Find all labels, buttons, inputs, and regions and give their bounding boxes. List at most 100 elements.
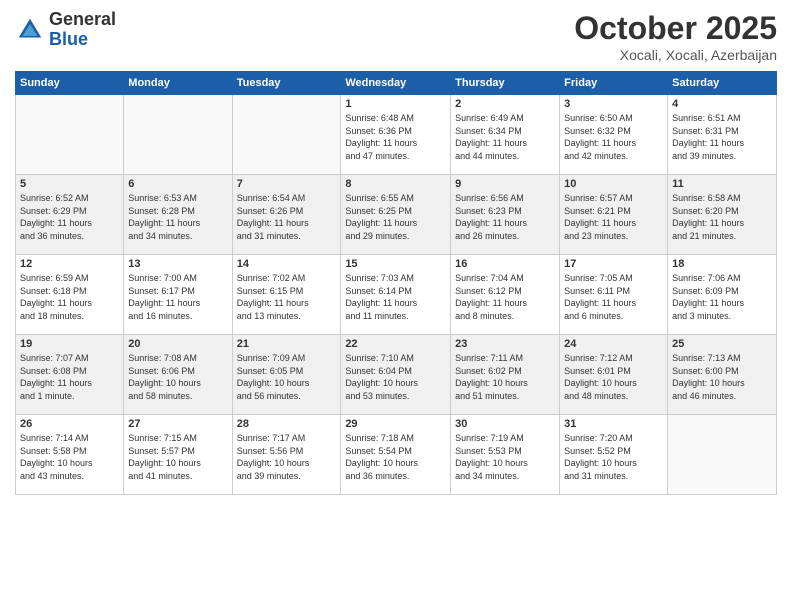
day-number: 29 (345, 418, 446, 430)
calendar-body: 1 Sunrise: 6:48 AMSunset: 6:36 PMDaylight… (16, 95, 777, 495)
day-number: 20 (128, 338, 227, 350)
cell-week1-day1 (124, 95, 232, 175)
day-info: Sunrise: 7:13 AMSunset: 6:00 PMDaylight:… (672, 352, 772, 402)
cell-week2-day3: 8 Sunrise: 6:55 AMSunset: 6:25 PMDaylight… (341, 175, 451, 255)
cell-week5-day3: 29 Sunrise: 7:18 AMSunset: 5:54 PMDayligh… (341, 415, 451, 495)
col-saturday: Saturday (668, 72, 777, 95)
day-number: 24 (564, 338, 663, 350)
cell-week2-day1: 6Sunrise: 6:53 AMSunset: 6:28 PMDaylight… (124, 175, 232, 255)
cell-week1-day2 (232, 95, 341, 175)
cell-week4-day2: 21Sunrise: 7:09 AMSunset: 6:05 PMDayligh… (232, 335, 341, 415)
calendar-title: October 2025 (574, 10, 777, 47)
day-info: Sunrise: 6:54 AMSunset: 6:26 PMDaylight:… (237, 192, 337, 242)
day-info: Sunrise: 7:20 AMSunset: 5:52 PMDaylight:… (564, 432, 663, 482)
cell-week1-day3: 1 Sunrise: 6:48 AMSunset: 6:36 PMDaylight… (341, 95, 451, 175)
cell-week2-day6: 11Sunrise: 6:58 AMSunset: 6:20 PMDayligh… (668, 175, 777, 255)
cell-week4-day4: 23Sunrise: 7:11 AMSunset: 6:02 PMDayligh… (451, 335, 560, 415)
day-info: Sunrise: 7:05 AMSunset: 6:11 PMDaylight:… (564, 272, 663, 322)
day-info: Sunrise: 7:08 AMSunset: 6:06 PMDaylight:… (128, 352, 227, 402)
calendar-table: Sunday Monday Tuesday Wednesday Thursday… (15, 71, 777, 495)
week-row-1: 1 Sunrise: 6:48 AMSunset: 6:36 PMDaylight… (16, 95, 777, 175)
day-number: 25 (672, 338, 772, 350)
cell-week3-day4: 16Sunrise: 7:04 AMSunset: 6:12 PMDayligh… (451, 255, 560, 335)
cell-week2-day2: 7 Sunrise: 6:54 AMSunset: 6:26 PMDaylight… (232, 175, 341, 255)
day-number: 31 (564, 418, 663, 430)
cell-week1-day6: 4Sunrise: 6:51 AMSunset: 6:31 PMDaylight… (668, 95, 777, 175)
day-info: Sunrise: 7:02 AMSunset: 6:15 PMDaylight:… (237, 272, 337, 322)
calendar-page: General Blue October 2025 Xocali, Xocali… (0, 0, 792, 612)
day-number: 15 (345, 258, 446, 270)
cell-week1-day5: 3Sunrise: 6:50 AMSunset: 6:32 PMDaylight… (560, 95, 668, 175)
calendar-subtitle: Xocali, Xocali, Azerbaijan (574, 47, 777, 63)
day-info: Sunrise: 6:59 AMSunset: 6:18 PMDaylight:… (20, 272, 119, 322)
cell-week3-day5: 17 Sunrise: 7:05 AMSunset: 6:11 PMDayligh… (560, 255, 668, 335)
day-number: 8 (345, 178, 446, 190)
day-info: Sunrise: 6:55 AMSunset: 6:25 PMDaylight:… (345, 192, 446, 242)
cell-week2-day4: 9Sunrise: 6:56 AMSunset: 6:23 PMDaylight… (451, 175, 560, 255)
day-info: Sunrise: 7:18 AMSunset: 5:54 PMDaylight:… (345, 432, 446, 482)
col-monday: Monday (124, 72, 232, 95)
day-info: Sunrise: 7:12 AMSunset: 6:01 PMDaylight:… (564, 352, 663, 402)
cell-week5-day2: 28Sunrise: 7:17 AMSunset: 5:56 PMDayligh… (232, 415, 341, 495)
day-number: 18 (672, 258, 772, 270)
cell-week4-day5: 24 Sunrise: 7:12 AMSunset: 6:01 PMDayligh… (560, 335, 668, 415)
day-number: 5 (20, 178, 119, 190)
day-info: Sunrise: 6:48 AMSunset: 6:36 PMDaylight:… (345, 112, 446, 162)
cell-week4-day0: 19 Sunrise: 7:07 AMSunset: 6:08 PMDayligh… (16, 335, 124, 415)
col-tuesday: Tuesday (232, 72, 341, 95)
cell-week1-day4: 2 Sunrise: 6:49 AMSunset: 6:34 PMDaylight… (451, 95, 560, 175)
day-number: 3 (564, 98, 663, 110)
day-number: 4 (672, 98, 772, 110)
cell-week4-day3: 22 Sunrise: 7:10 AMSunset: 6:04 PMDayligh… (341, 335, 451, 415)
day-info: Sunrise: 7:10 AMSunset: 6:04 PMDaylight:… (345, 352, 446, 402)
day-number: 30 (455, 418, 555, 430)
day-number: 17 (564, 258, 663, 270)
header-row: Sunday Monday Tuesday Wednesday Thursday… (16, 72, 777, 95)
cell-week3-day0: 12 Sunrise: 6:59 AMSunset: 6:18 PMDayligh… (16, 255, 124, 335)
col-sunday: Sunday (16, 72, 124, 95)
week-row-5: 26 Sunrise: 7:14 AMSunset: 5:58 PMDayligh… (16, 415, 777, 495)
day-info: Sunrise: 6:49 AMSunset: 6:34 PMDaylight:… (455, 112, 555, 162)
calendar-header: Sunday Monday Tuesday Wednesday Thursday… (16, 72, 777, 95)
title-block: October 2025 Xocali, Xocali, Azerbaijan (574, 10, 777, 63)
day-number: 23 (455, 338, 555, 350)
col-thursday: Thursday (451, 72, 560, 95)
day-number: 19 (20, 338, 119, 350)
day-number: 13 (128, 258, 227, 270)
cell-week3-day3: 15 Sunrise: 7:03 AMSunset: 6:14 PMDayligh… (341, 255, 451, 335)
logo-icon (15, 15, 45, 45)
day-number: 22 (345, 338, 446, 350)
logo-general-text: General (49, 10, 116, 30)
logo-text: General Blue (49, 10, 116, 50)
week-row-2: 5Sunrise: 6:52 AMSunset: 6:29 PMDaylight… (16, 175, 777, 255)
day-number: 1 (345, 98, 446, 110)
day-info: Sunrise: 7:14 AMSunset: 5:58 PMDaylight:… (20, 432, 119, 482)
cell-week3-day1: 13 Sunrise: 7:00 AMSunset: 6:17 PMDayligh… (124, 255, 232, 335)
cell-week1-day0 (16, 95, 124, 175)
day-number: 27 (128, 418, 227, 430)
day-number: 16 (455, 258, 555, 270)
day-number: 12 (20, 258, 119, 270)
day-info: Sunrise: 7:09 AMSunset: 6:05 PMDaylight:… (237, 352, 337, 402)
day-info: Sunrise: 6:58 AMSunset: 6:20 PMDaylight:… (672, 192, 772, 242)
day-number: 6 (128, 178, 227, 190)
week-row-3: 12 Sunrise: 6:59 AMSunset: 6:18 PMDayligh… (16, 255, 777, 335)
day-number: 28 (237, 418, 337, 430)
day-info: Sunrise: 7:03 AMSunset: 6:14 PMDaylight:… (345, 272, 446, 322)
cell-week2-day5: 10 Sunrise: 6:57 AMSunset: 6:21 PMDayligh… (560, 175, 668, 255)
day-info: Sunrise: 7:07 AMSunset: 6:08 PMDaylight:… (20, 352, 119, 402)
day-number: 7 (237, 178, 337, 190)
day-info: Sunrise: 6:57 AMSunset: 6:21 PMDaylight:… (564, 192, 663, 242)
cell-week5-day1: 27Sunrise: 7:15 AMSunset: 5:57 PMDayligh… (124, 415, 232, 495)
day-info: Sunrise: 7:00 AMSunset: 6:17 PMDaylight:… (128, 272, 227, 322)
day-number: 10 (564, 178, 663, 190)
day-number: 2 (455, 98, 555, 110)
day-info: Sunrise: 6:56 AMSunset: 6:23 PMDaylight:… (455, 192, 555, 242)
cell-week5-day4: 30Sunrise: 7:19 AMSunset: 5:53 PMDayligh… (451, 415, 560, 495)
day-number: 26 (20, 418, 119, 430)
cell-week5-day6 (668, 415, 777, 495)
cell-week3-day2: 14Sunrise: 7:02 AMSunset: 6:15 PMDayligh… (232, 255, 341, 335)
day-info: Sunrise: 7:06 AMSunset: 6:09 PMDaylight:… (672, 272, 772, 322)
cell-week4-day1: 20 Sunrise: 7:08 AMSunset: 6:06 PMDayligh… (124, 335, 232, 415)
cell-week3-day6: 18 Sunrise: 7:06 AMSunset: 6:09 PMDayligh… (668, 255, 777, 335)
